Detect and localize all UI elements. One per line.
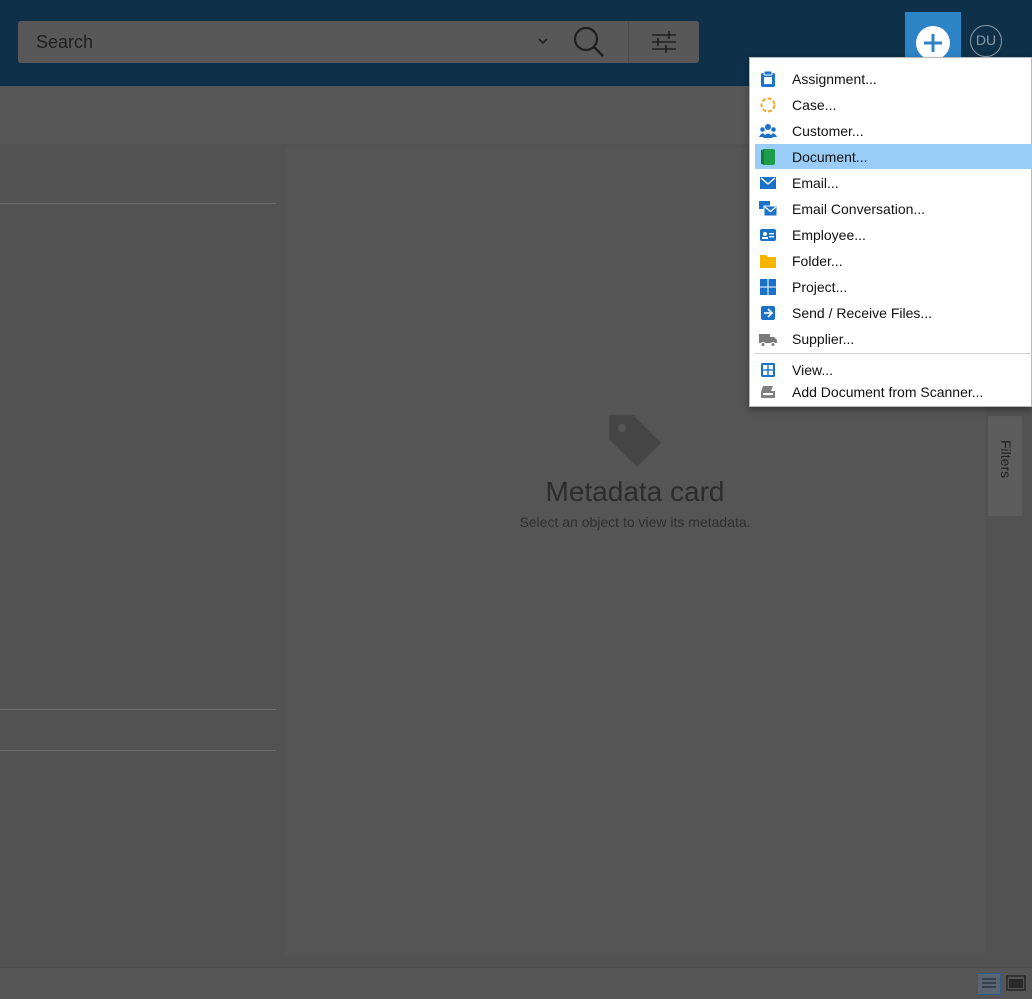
menu-item-employee[interactable]: Employee... (755, 222, 1032, 247)
supplier-icon (759, 334, 777, 347)
email-conversation-icon (759, 201, 777, 217)
menu-item-assignment[interactable]: Assignment... (755, 66, 1032, 91)
search-icon[interactable] (571, 24, 607, 60)
list-view-icon[interactable] (977, 973, 1001, 995)
tag-icon (609, 415, 661, 467)
folder-icon (760, 255, 776, 268)
menu-item-label: Send / Receive Files... (792, 305, 933, 321)
menu-item-label: Case... (792, 97, 837, 113)
menu-item-label: Employee... (792, 227, 866, 243)
case-icon (760, 97, 776, 113)
project-icon (760, 279, 776, 295)
menu-item-folder[interactable]: Folder... (755, 248, 1032, 273)
employee-icon (760, 229, 776, 241)
filters-tab[interactable]: Filters (988, 416, 1022, 516)
menu-item-label: Supplier... (792, 331, 855, 347)
menu-item-label: Add Document from Scanner... (792, 384, 984, 400)
menu-item-label: Customer... (792, 123, 864, 139)
menu-item-send-receive-files[interactable]: Send / Receive Files... (755, 300, 1032, 325)
search-box[interactable]: Search (18, 21, 699, 63)
status-bar (0, 967, 1032, 999)
create-new-menu: Assignment... Case... Customer... Docume… (749, 57, 1032, 407)
filters-tab-label: Filters (998, 440, 1014, 479)
send-receive-icon (761, 306, 775, 320)
left-pane-divider (0, 709, 276, 710)
menu-item-supplier[interactable]: Supplier... (755, 326, 1032, 351)
menu-item-label: Email Conversation... (792, 201, 926, 217)
menu-item-label: View... (792, 362, 833, 378)
menu-item-label: Folder... (792, 253, 843, 269)
menu-item-customer[interactable]: Customer... (755, 118, 1032, 143)
scanner-icon (761, 386, 775, 398)
menu-item-project[interactable]: Project... (755, 274, 1032, 299)
menu-item-label: Document... (792, 149, 868, 165)
menu-divider (755, 353, 1032, 354)
left-pane-divider (0, 750, 276, 751)
menu-item-add-from-scanner[interactable]: Add Document from Scanner... (755, 379, 1032, 404)
menu-item-email[interactable]: Email... (755, 170, 1032, 195)
chevron-down-icon[interactable] (537, 36, 549, 46)
view-icon (761, 363, 775, 377)
menu-item-document[interactable]: Document... (755, 144, 1032, 169)
user-avatar[interactable]: DU (970, 25, 1002, 57)
menu-item-case[interactable]: Case... (755, 92, 1032, 117)
document-icon (761, 149, 775, 165)
menu-item-email-conversation[interactable]: Email Conversation... (755, 196, 1032, 221)
plus-icon (916, 26, 950, 60)
menu-item-label: Project... (792, 279, 848, 295)
preview-view-icon[interactable] (1006, 974, 1026, 992)
customer-icon (759, 124, 777, 138)
advanced-search-icon[interactable] (644, 26, 684, 58)
search-input[interactable]: Search (36, 32, 93, 53)
left-pane-divider (0, 203, 276, 204)
menu-item-label: Email... (792, 175, 839, 191)
left-pane (0, 148, 283, 954)
menu-item-label: Assignment... (792, 71, 877, 87)
metadata-card-subtitle: Select an object to view its metadata. (519, 514, 751, 530)
email-icon (760, 177, 776, 189)
metadata-card-title: Metadata card (545, 476, 725, 507)
search-divider (628, 21, 629, 63)
assignment-icon (761, 70, 775, 87)
